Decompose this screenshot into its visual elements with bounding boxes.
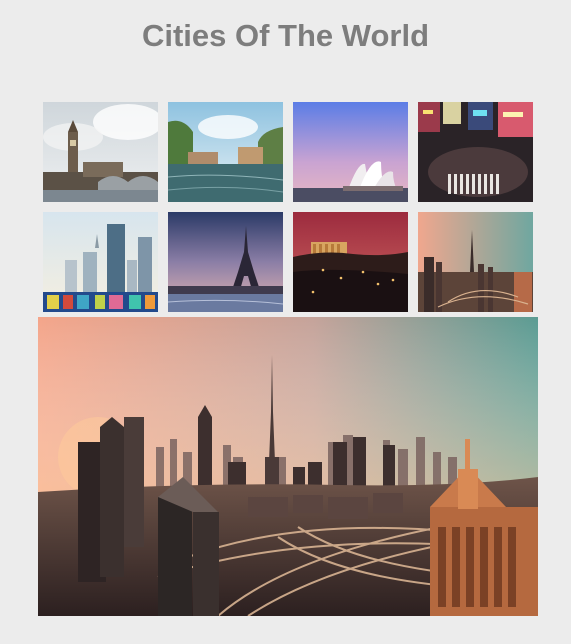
dubai-preview-image [38, 317, 538, 616]
main-preview [38, 317, 538, 616]
thumb-dubai[interactable] [418, 212, 533, 312]
thumb-amsterdam[interactable] [168, 102, 283, 202]
thumb-paris[interactable] [168, 212, 283, 312]
berlin-image [43, 212, 158, 312]
thumb-tokyo[interactable] [418, 102, 533, 202]
thumb-berlin[interactable] [43, 212, 158, 312]
paris-image [168, 212, 283, 312]
dubai-thumb-image [418, 212, 533, 312]
thumb-sydney[interactable] [293, 102, 408, 202]
sydney-image [293, 102, 408, 202]
amsterdam-image [168, 102, 283, 202]
page-title: Cities Of The World [141, 18, 430, 53]
athens-image [293, 212, 408, 312]
tokyo-image [418, 102, 533, 202]
thumb-london[interactable] [43, 102, 158, 202]
london-image [43, 102, 158, 202]
thumb-athens[interactable] [293, 212, 408, 312]
